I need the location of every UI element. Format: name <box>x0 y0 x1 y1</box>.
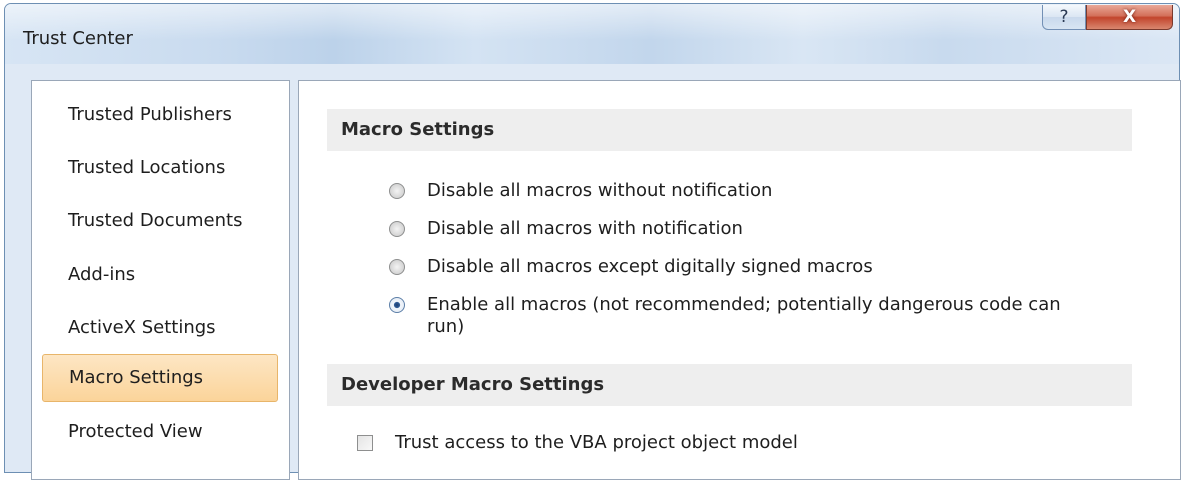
help-button[interactable]: ? <box>1042 5 1086 30</box>
nav-item-activex-settings[interactable]: ActiveX Settings <box>42 306 278 350</box>
radio-button[interactable] <box>389 221 405 237</box>
nav-item-trusted-locations[interactable]: Trusted Locations <box>42 146 278 190</box>
nav-item-trusted-publishers[interactable]: Trusted Publishers <box>42 93 278 137</box>
radio-button[interactable] <box>389 183 405 199</box>
nav-item-macro-settings[interactable]: Macro Settings <box>42 354 278 402</box>
radio-button[interactable] <box>389 259 405 275</box>
developer-macro-settings-header: Developer Macro Settings <box>327 364 1132 406</box>
radio-button-selected[interactable] <box>389 297 405 313</box>
title-bar[interactable]: Trust Center ? X <box>5 4 1179 64</box>
close-icon: X <box>1122 7 1137 27</box>
radio-label[interactable]: Enable all macros (not recommended; pote… <box>427 293 1061 317</box>
help-icon: ? <box>1059 7 1069 27</box>
macro-settings-header: Macro Settings <box>327 109 1132 151</box>
radio-label[interactable]: Disable all macros with notification <box>427 217 743 241</box>
trust-center-dialog: Trust Center ? X Trusted Publishers Trus… <box>4 3 1181 480</box>
radio-label-continued[interactable]: run) <box>427 315 464 339</box>
trust-vba-checkbox[interactable] <box>357 435 373 451</box>
nav-item-protected-view[interactable]: Protected View <box>42 410 278 454</box>
content-pane: Macro Settings Disable all macros withou… <box>298 80 1181 480</box>
trust-vba-label[interactable]: Trust access to the VBA project object m… <box>395 431 798 455</box>
radio-label[interactable]: Disable all macros without notification <box>427 179 772 203</box>
window-title: Trust Center <box>23 28 133 49</box>
nav-item-trusted-documents[interactable]: Trusted Documents <box>42 199 278 243</box>
navigation-pane: Trusted Publishers Trusted Locations Tru… <box>31 80 290 480</box>
nav-item-add-ins[interactable]: Add-ins <box>42 253 278 297</box>
close-button[interactable]: X <box>1086 5 1173 30</box>
radio-label[interactable]: Disable all macros except digitally sign… <box>427 255 873 279</box>
